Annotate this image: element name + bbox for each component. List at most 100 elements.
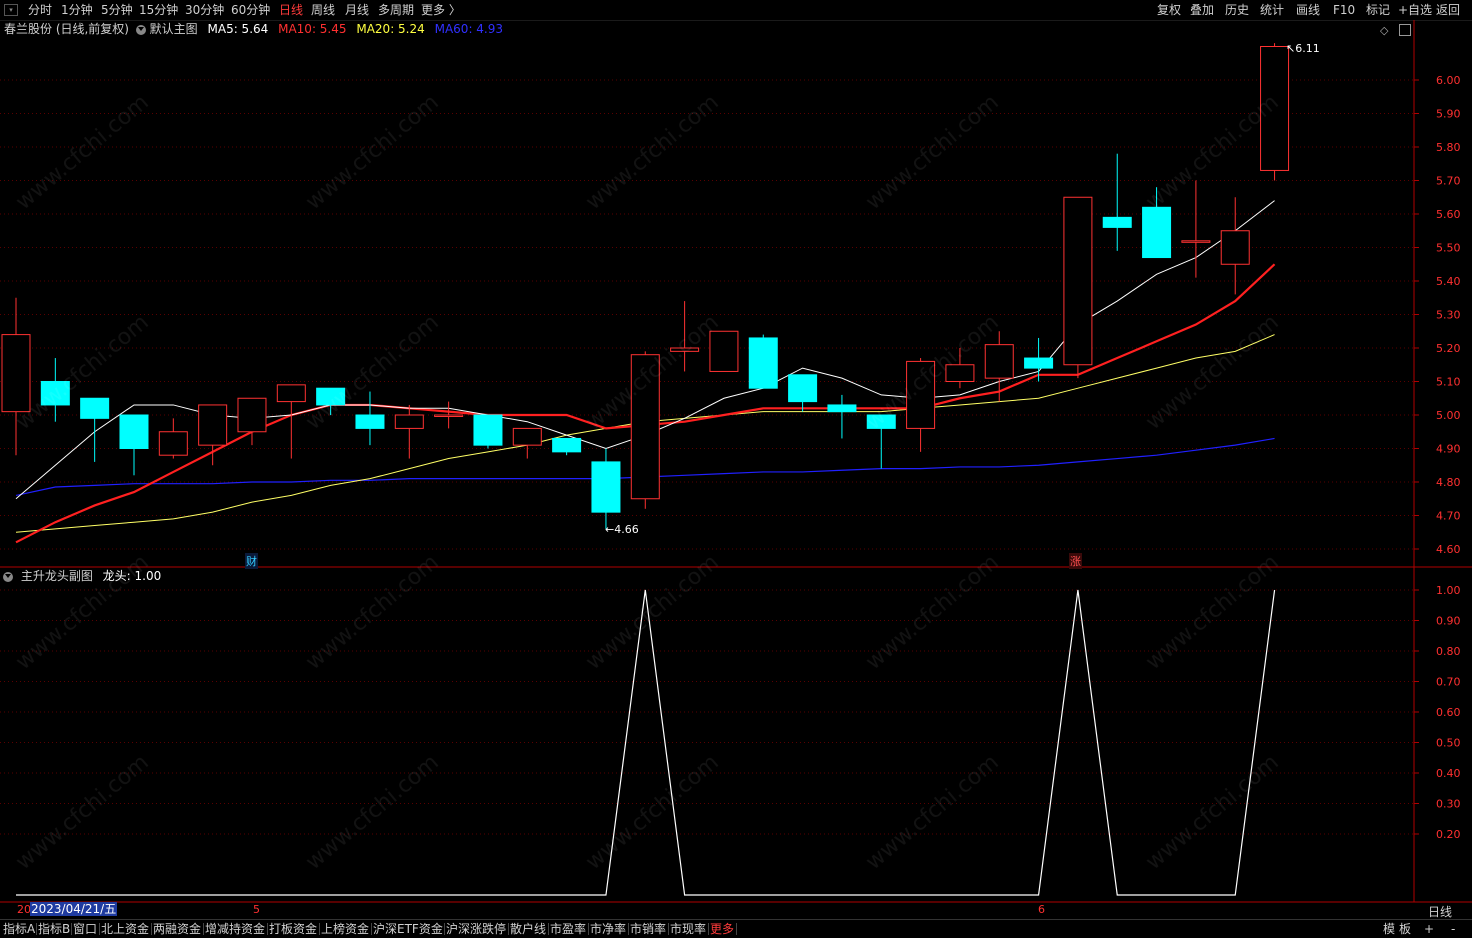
bottom-tab-4[interactable]: 两融资金: [153, 921, 201, 937]
watermark: www.cfchi.com: [861, 749, 1004, 876]
candle-body-down: [552, 437, 582, 453]
x-axis-year-label: 20: [17, 903, 31, 916]
candle-body-down: [80, 397, 110, 419]
stock-chart[interactable]: 4.60 4.70 4.80 4.90 5.00 5.10 5.20 5.30 5.40 5.50…: [0, 0, 1472, 937]
watermark: www.cfchi.com: [301, 89, 444, 216]
watermark: www.cfchi.com: [1141, 549, 1284, 676]
sub-indicator-name[interactable]: 主升龙头副图: [21, 569, 93, 583]
expand-diamond-icon[interactable]: ◇: [1380, 24, 1388, 37]
watermark: www.cfchi.com: [581, 309, 724, 436]
bottom-tab-13[interactable]: 市销率: [630, 921, 666, 937]
bottom-tab-6[interactable]: 打板资金: [269, 921, 317, 937]
period-tab-6[interactable]: 日线: [279, 2, 303, 18]
tab-separator: [36, 923, 37, 935]
bottom-right-button-2[interactable]: +: [1424, 921, 1434, 937]
period-tab-2[interactable]: 5分钟: [101, 2, 133, 18]
sub-y-tick-label: 0.50: [1436, 737, 1461, 750]
toolbar-button-1[interactable]: 叠加: [1190, 2, 1214, 18]
ma5-line: [15, 200, 1275, 500]
candle-body-down: [748, 337, 778, 389]
window-toggle-icon[interactable]: [1399, 24, 1411, 36]
ma5-value: MA5: 5.64: [207, 22, 269, 36]
y-tick-label: 4.70: [1436, 510, 1461, 523]
toolbar-button-4[interactable]: 画线: [1296, 2, 1320, 18]
low-price-label: ←4.66: [605, 523, 639, 536]
toolbar-button-8[interactable]: 返回: [1436, 2, 1460, 18]
period-tab-8[interactable]: 月线: [345, 2, 369, 18]
bottom-tab-11[interactable]: 市盈率: [550, 921, 586, 937]
tab-separator: [588, 923, 589, 935]
candle-body-up: [158, 431, 188, 456]
candle-body-up: [237, 397, 267, 433]
bottom-tab-7[interactable]: 上榜资金: [321, 921, 369, 937]
ma60-value: MA60: 4.93: [434, 22, 504, 36]
watermark: www.cfchi.com: [11, 309, 154, 436]
toolbar-button-6[interactable]: 标记: [1366, 2, 1390, 18]
candle-body-down: [40, 381, 70, 406]
watermark: www.cfchi.com: [11, 89, 154, 216]
watermark: www.cfchi.com: [861, 89, 1004, 216]
sub-y-tick-label: 0.30: [1436, 798, 1461, 811]
candle-body-down: [591, 461, 621, 513]
bottom-tab-15[interactable]: 更多: [710, 921, 734, 937]
finance-marker[interactable]: 财: [245, 553, 258, 569]
bottom-tab-9[interactable]: 沪深涨跌停: [446, 921, 506, 937]
period-tab-0[interactable]: 分时: [28, 2, 52, 18]
candle-body-up: [630, 354, 660, 500]
sub-y-tick-label: 0.20: [1436, 828, 1461, 841]
tab-separator: [668, 923, 669, 935]
watermark: www.cfchi.com: [1141, 749, 1284, 876]
bottom-tab-8[interactable]: 沪深ETF资金: [373, 921, 443, 937]
high-price-label: ↖6.11: [1286, 42, 1320, 55]
bottom-tab-0[interactable]: 指标A: [3, 921, 35, 937]
period-tab-10[interactable]: 更多 〉: [421, 2, 461, 18]
rise-marker[interactable]: 涨: [1069, 553, 1082, 569]
toolbar-button-0[interactable]: 复权: [1157, 2, 1181, 18]
watermark: www.cfchi.com: [1141, 89, 1284, 216]
period-tab-5[interactable]: 60分钟: [231, 2, 270, 18]
bottom-right-button-3[interactable]: -: [1451, 921, 1455, 937]
tab-separator: [319, 923, 320, 935]
toolbar-button-5[interactable]: F10: [1333, 2, 1355, 18]
period-tab-4[interactable]: 30分钟: [185, 2, 224, 18]
candle-body-down: [866, 414, 896, 429]
watermark: www.cfchi.com: [1141, 309, 1284, 436]
tab-separator: [444, 923, 445, 935]
y-tick-label: 5.20: [1436, 342, 1461, 355]
ma60-line: [15, 437, 1275, 496]
bottom-right-button-1[interactable]: 板: [1399, 921, 1411, 937]
period-tab-3[interactable]: 15分钟: [139, 2, 178, 18]
period-tab-7[interactable]: 周线: [311, 2, 335, 18]
y-tick-label: 5.50: [1436, 242, 1461, 255]
window-menu-icon[interactable]: ▾: [4, 4, 18, 16]
period-tab-9[interactable]: 多周期: [378, 2, 414, 18]
candle-body-up: [1063, 196, 1093, 366]
main-indicator-name[interactable]: 默认主图: [150, 22, 198, 36]
sub-y-tick-label: 0.80: [1436, 645, 1461, 658]
candle-body-down: [473, 414, 503, 446]
bottom-tab-2[interactable]: 窗口: [73, 921, 97, 937]
y-tick-label: 6.00: [1436, 74, 1461, 87]
bottom-tab-5[interactable]: 增减持资金: [205, 921, 265, 937]
sub-y-tick-label: 0.70: [1436, 676, 1461, 689]
sub-chart-header: 主升龙头副图 龙头: 1.00: [0, 567, 161, 585]
period-tab-1[interactable]: 1分钟: [61, 2, 93, 18]
bottom-tab-12[interactable]: 市净率: [590, 921, 626, 937]
bottom-tab-14[interactable]: 市现率: [670, 921, 706, 937]
dropdown-circle-icon[interactable]: [135, 24, 146, 35]
candle-body-down: [355, 414, 385, 429]
bottom-tab-3[interactable]: 北上资金: [101, 921, 149, 937]
y-tick-label: 5.80: [1436, 141, 1461, 154]
bottom-right-button-0[interactable]: 模: [1383, 921, 1395, 937]
toolbar-button-2[interactable]: 历史: [1225, 2, 1249, 18]
bottom-tab-1[interactable]: 指标B: [38, 921, 70, 937]
bottom-tab-10[interactable]: 散户线: [510, 921, 546, 937]
sub-dropdown-circle-icon[interactable]: [3, 571, 13, 582]
toolbar-button-7[interactable]: +自选: [1398, 2, 1432, 18]
sub-y-tick-label: 0.90: [1436, 615, 1461, 628]
candle-body-up: [1260, 46, 1290, 171]
tab-separator: [71, 923, 72, 935]
toolbar-button-3[interactable]: 统计: [1260, 2, 1284, 18]
candle-body-up: [276, 384, 306, 403]
cursor-date-label: 2023/04/21/五: [30, 902, 118, 916]
